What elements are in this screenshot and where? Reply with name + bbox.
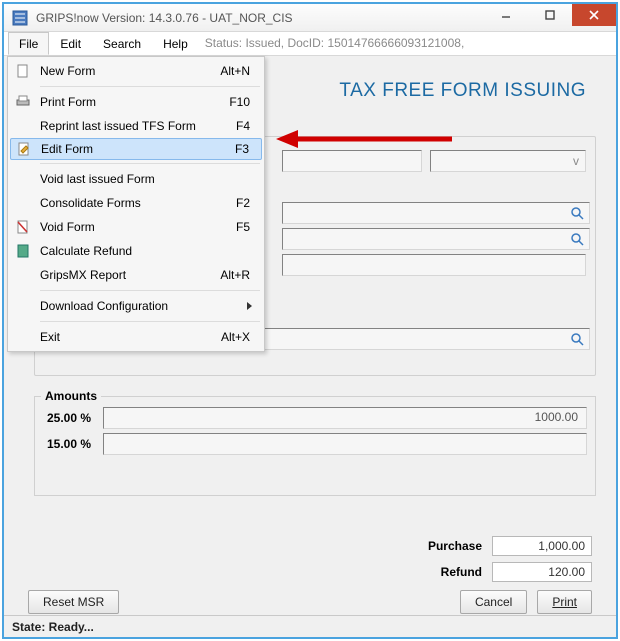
- amount-value-2[interactable]: [103, 433, 587, 455]
- window-title: GRIPS!now Version: 14.3.0.76 - UAT_NOR_C…: [36, 11, 293, 25]
- field-d[interactable]: [282, 254, 586, 276]
- minimize-button[interactable]: [484, 4, 528, 26]
- amount-value-1[interactable]: 1000.00: [103, 407, 587, 429]
- cancel-button[interactable]: Cancel: [460, 590, 527, 614]
- menu-status-text: Status: Issued, DocID: 15014766666093121…: [199, 32, 471, 55]
- page-title: TAX FREE FORM ISSUING: [339, 80, 586, 102]
- status-bar: State: Ready...: [4, 615, 616, 637]
- menu-help[interactable]: Help: [152, 32, 199, 55]
- menu-print-form[interactable]: Print Form F10: [10, 90, 262, 114]
- search-icon[interactable]: [568, 230, 586, 248]
- totals-block: Purchase 1,000.00 Refund 120.00: [428, 536, 592, 582]
- menu-consolidate[interactable]: Consolidate Forms F2: [10, 191, 262, 215]
- app-icon: [10, 8, 30, 28]
- field-b[interactable]: [282, 202, 590, 224]
- void-icon: [12, 220, 34, 234]
- field-c[interactable]: [282, 228, 590, 250]
- close-button[interactable]: [572, 4, 616, 26]
- refund-label: Refund: [441, 565, 482, 579]
- print-button[interactable]: Print: [537, 590, 592, 614]
- document-icon: [12, 64, 34, 78]
- menu-bar: File Edit Search Help Status: Issued, Do…: [4, 32, 616, 56]
- menu-exit[interactable]: Exit Alt+X: [10, 325, 262, 349]
- menu-edit-form[interactable]: Edit Form F3: [10, 138, 262, 160]
- menu-search[interactable]: Search: [92, 32, 152, 55]
- annotation-arrow: [272, 124, 462, 157]
- menu-new-form[interactable]: New Form Alt+N: [10, 59, 262, 83]
- amounts-title: Amounts: [41, 389, 101, 403]
- purchase-value: 1,000.00: [492, 536, 592, 556]
- reset-msr-button[interactable]: Reset MSR: [28, 590, 119, 614]
- menu-download-config[interactable]: Download Configuration: [10, 294, 262, 318]
- menu-edit[interactable]: Edit: [49, 32, 92, 55]
- calculator-icon: [12, 244, 34, 258]
- amount-pct-1: 25.00 %: [43, 411, 103, 425]
- file-dropdown: New Form Alt+N Print Form F10 Reprint la…: [7, 56, 265, 352]
- title-bar: GRIPS!now Version: 14.3.0.76 - UAT_NOR_C…: [4, 4, 616, 32]
- menu-void-last[interactable]: Void last issued Form: [10, 167, 262, 191]
- print-icon: [12, 95, 34, 109]
- edit-icon: [13, 142, 35, 156]
- submenu-arrow-icon: [247, 302, 252, 310]
- amounts-panel: Amounts 25.00 % 1000.00 15.00 %: [34, 396, 596, 496]
- menu-calc-refund[interactable]: Calculate Refund: [10, 239, 262, 263]
- search-icon[interactable]: [568, 330, 586, 348]
- menu-reprint[interactable]: Reprint last issued TFS Form F4: [10, 114, 262, 138]
- chevron-down-icon: v: [573, 154, 579, 168]
- maximize-button[interactable]: [528, 4, 572, 26]
- amount-pct-2: 15.00 %: [43, 437, 103, 451]
- menu-file[interactable]: File: [8, 32, 49, 55]
- search-icon[interactable]: [568, 204, 586, 222]
- menu-void-form[interactable]: Void Form F5: [10, 215, 262, 239]
- refund-value: 120.00: [492, 562, 592, 582]
- purchase-label: Purchase: [428, 539, 482, 553]
- menu-gripsmx-report[interactable]: GripsMX Report Alt+R: [10, 263, 262, 287]
